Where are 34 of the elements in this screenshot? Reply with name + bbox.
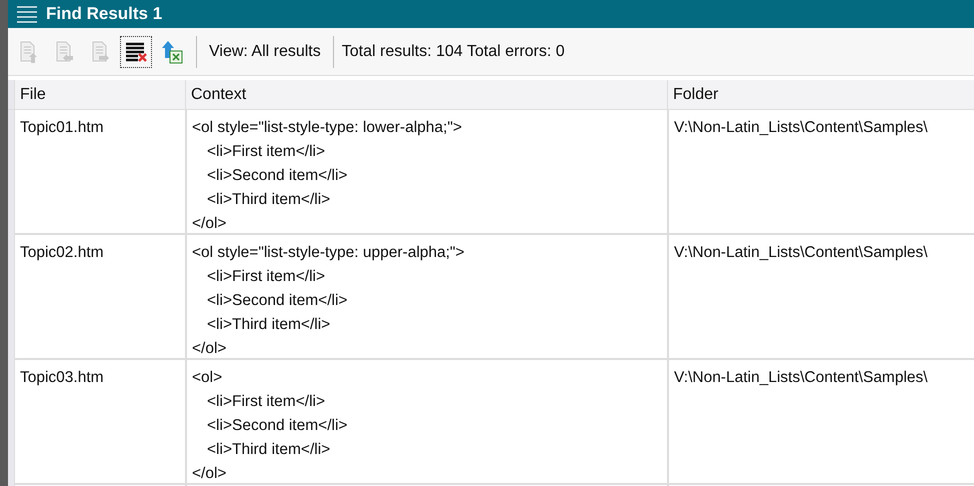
column-header[interactable]: Context: [185, 80, 667, 109]
column-header[interactable]: File: [14, 80, 185, 109]
menu-icon[interactable]: [16, 5, 38, 23]
code-line: <li>Third item</li>: [207, 315, 330, 335]
toolbar-button[interactable]: [120, 36, 152, 68]
code-line: <ol>: [192, 368, 222, 388]
code-line: <li>First item</li>: [207, 267, 326, 287]
code-line: <ol style="list-style-type: lower-alpha;">: [192, 118, 462, 138]
code-line: <ol style="list-style-type: upper-alpha;">: [192, 243, 464, 263]
code-line: <li>First item</li>: [207, 392, 326, 412]
column-header[interactable]: Folder: [667, 80, 974, 109]
code-line: </ol>: [192, 214, 226, 234]
results-summary: Total results: 104 Total errors: 0: [342, 42, 565, 62]
table-cell: V:\Non-Latin_Lists\Content\Samples\: [674, 369, 928, 386]
code-line: <li>Second item</li>: [207, 166, 348, 186]
table-row[interactable]: Topic02.htm <ol style="list-style-type: upper-alpha;"> <li>First item</li> <li>Second item</li> <li>Third item</li> </ol> V:\Non-Latin_Lists\Content\Samples\: [8, 235, 974, 360]
window-title: Find Results 1: [46, 3, 162, 26]
table-cell: Topic03.htm: [20, 369, 104, 386]
code-line: <li>Third item</li>: [207, 190, 330, 210]
table-cell: V:\Non-Latin_Lists\Content\Samples\: [674, 119, 928, 136]
code-line: <li>Second item</li>: [207, 416, 348, 436]
code-line: </ol>: [192, 464, 226, 484]
table-cell: Topic01.htm: [20, 119, 104, 136]
table-cell: V:\Non-Latin_Lists\Content\Samples\: [674, 244, 928, 261]
clear-list-icon: [124, 40, 148, 62]
table-cell: Topic02.htm: [20, 244, 104, 261]
table-row[interactable]: Topic03.htm <ol> <li>First item</li> <li>Second item</li> <li>Third item</li> </ol> V:\Non-Latin_Lists\Content\Samples\: [8, 360, 974, 485]
code-line: </ol>: [192, 339, 226, 359]
code-line: <li>First item</li>: [207, 142, 326, 162]
code-line: <li>Second item</li>: [207, 291, 348, 311]
export-spreadsheet-icon: [160, 38, 184, 64]
view-filter-button[interactable]: View: All results: [205, 40, 325, 64]
table-row[interactable]: Topic01.htm <ol style="list-style-type: lower-alpha;"> <li>First item</li> <li>Second item</li> <li>Third item</li> </ol> V:\Non-Latin_Lists\Content\Samples\: [8, 110, 974, 235]
code-line: <li>Third item</li>: [207, 440, 330, 460]
